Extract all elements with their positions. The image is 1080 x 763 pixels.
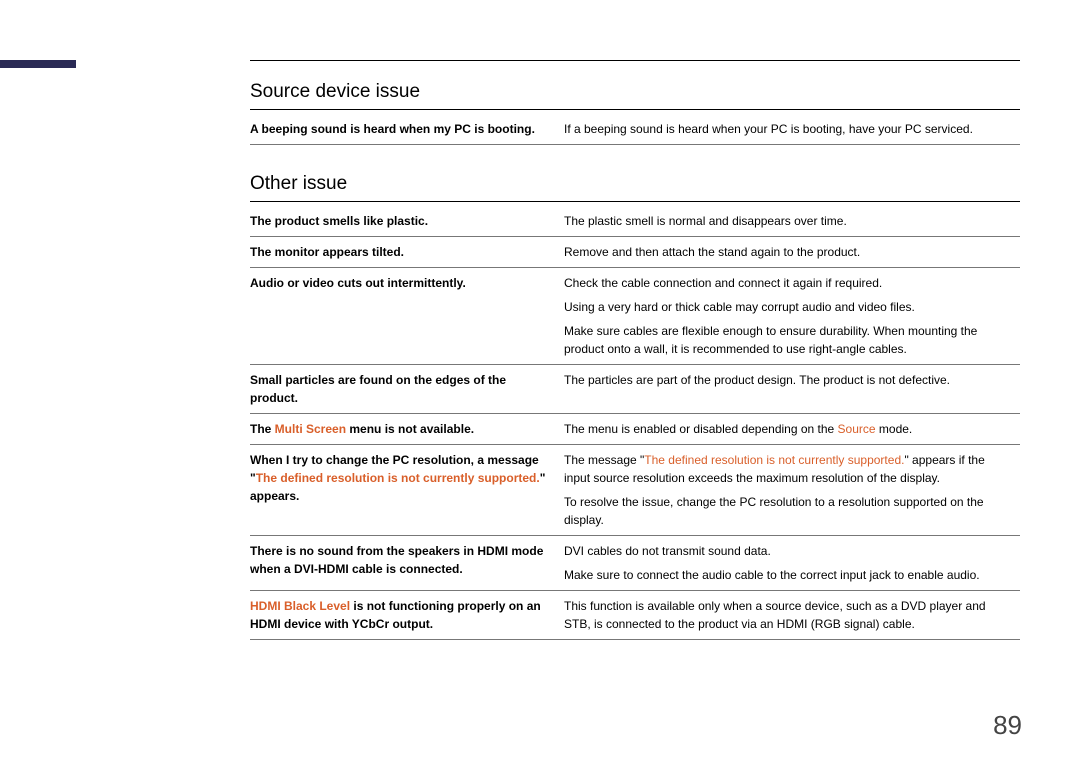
answer-cell: If a beeping sound is heard when your PC… [564, 114, 1020, 145]
answer-paragraph: DVI cables do not transmit sound data. [564, 542, 1014, 560]
text: The menu is enabled or disabled dependin… [564, 422, 838, 436]
issue-cell: The monitor appears tilted. [250, 237, 564, 268]
text: Make sure to connect the audio cable to … [564, 568, 980, 582]
content-area: Source device issue A beeping sound is h… [250, 60, 1020, 640]
text: menu is not available. [346, 422, 474, 436]
table-row: HDMI Black Level is not functioning prop… [250, 591, 1020, 640]
highlighted-text: HDMI Black Level [250, 599, 350, 613]
text: mode. [876, 422, 913, 436]
text: The monitor appears tilted. [250, 245, 404, 259]
header-accent-bar [0, 60, 76, 68]
table-row: The Multi Screen menu is not available.T… [250, 414, 1020, 445]
issue-cell: There is no sound from the speakers in H… [250, 536, 564, 591]
answer-paragraph: The message "The defined resolution is n… [564, 451, 1014, 487]
text: DVI cables do not transmit sound data. [564, 544, 771, 558]
highlighted-text: Source [838, 422, 876, 436]
section-title-source-device-issue: Source device issue [250, 81, 1020, 103]
issue-cell: HDMI Black Level is not functioning prop… [250, 591, 564, 640]
text: The message " [564, 453, 644, 467]
answer-paragraph: Make sure to connect the audio cable to … [564, 566, 1014, 584]
table-other-issue: The product smells like plastic. The plas… [250, 206, 1020, 640]
table-row: There is no sound from the speakers in H… [250, 536, 1020, 591]
section-rule [250, 109, 1020, 110]
text: This function is available only when a s… [564, 599, 986, 631]
text: A beeping sound is heard when my PC is b… [250, 122, 535, 136]
highlighted-text: Multi Screen [275, 422, 346, 436]
text: Audio or video cuts out intermittently. [250, 276, 466, 290]
text: The product smells like plastic. [250, 214, 428, 228]
text: The particles are part of the product de… [564, 373, 950, 387]
answer-cell: The menu is enabled or disabled dependin… [564, 414, 1020, 445]
text: To resolve the issue, change the PC reso… [564, 495, 984, 527]
text: Using a very hard or thick cable may cor… [564, 300, 915, 314]
highlighted-text: The defined resolution is not currently … [256, 471, 540, 485]
issue-cell: The product smells like plastic. [250, 206, 564, 237]
text: Check the cable connection and connect i… [564, 276, 882, 290]
answer-cell: The message "The defined resolution is n… [564, 445, 1020, 536]
answer-cell: Check the cable connection and connect i… [564, 268, 1020, 365]
text: The plastic smell is normal and disappea… [564, 214, 847, 228]
text: Small particles are found on the edges o… [250, 373, 506, 405]
answer-paragraph: Make sure cables are flexible enough to … [564, 322, 1014, 358]
table-row: Small particles are found on the edges o… [250, 365, 1020, 414]
text: There is no sound from the speakers in H… [250, 544, 543, 576]
text: Make sure cables are flexible enough to … [564, 324, 977, 356]
page-number: 89 [993, 710, 1022, 741]
answer-cell: This function is available only when a s… [564, 591, 1020, 640]
highlighted-text: The defined resolution is not currently … [644, 453, 904, 467]
answer-cell: The plastic smell is normal and disappea… [564, 206, 1020, 237]
section-rule [250, 201, 1020, 202]
answer-paragraph: To resolve the issue, change the PC reso… [564, 493, 1014, 529]
table-source-device-issue: A beeping sound is heard when my PC is b… [250, 114, 1020, 145]
table-row: The product smells like plastic. The plas… [250, 206, 1020, 237]
answer-paragraph: Using a very hard or thick cable may cor… [564, 298, 1014, 316]
issue-cell: A beeping sound is heard when my PC is b… [250, 114, 564, 145]
issue-cell: The Multi Screen menu is not available. [250, 414, 564, 445]
answer-paragraph: Check the cable connection and connect i… [564, 274, 1014, 292]
table-row: A beeping sound is heard when my PC is b… [250, 114, 1020, 145]
text: The [250, 422, 275, 436]
issue-cell: Small particles are found on the edges o… [250, 365, 564, 414]
text: Remove and then attach the stand again t… [564, 245, 860, 259]
answer-cell: The particles are part of the product de… [564, 365, 1020, 414]
section-title-other-issue: Other issue [250, 173, 1020, 195]
table-row: The monitor appears tilted. Remove and th… [250, 237, 1020, 268]
top-horizontal-rule [250, 60, 1020, 61]
table-row: Audio or video cuts out intermittently. C… [250, 268, 1020, 365]
text: If a beeping sound is heard when your PC… [564, 122, 973, 136]
table-row: When I try to change the PC resolution, … [250, 445, 1020, 536]
issue-cell: Audio or video cuts out intermittently. [250, 268, 564, 365]
issue-cell: When I try to change the PC resolution, … [250, 445, 564, 536]
answer-cell: DVI cables do not transmit sound data. Ma… [564, 536, 1020, 591]
answer-cell: Remove and then attach the stand again t… [564, 237, 1020, 268]
